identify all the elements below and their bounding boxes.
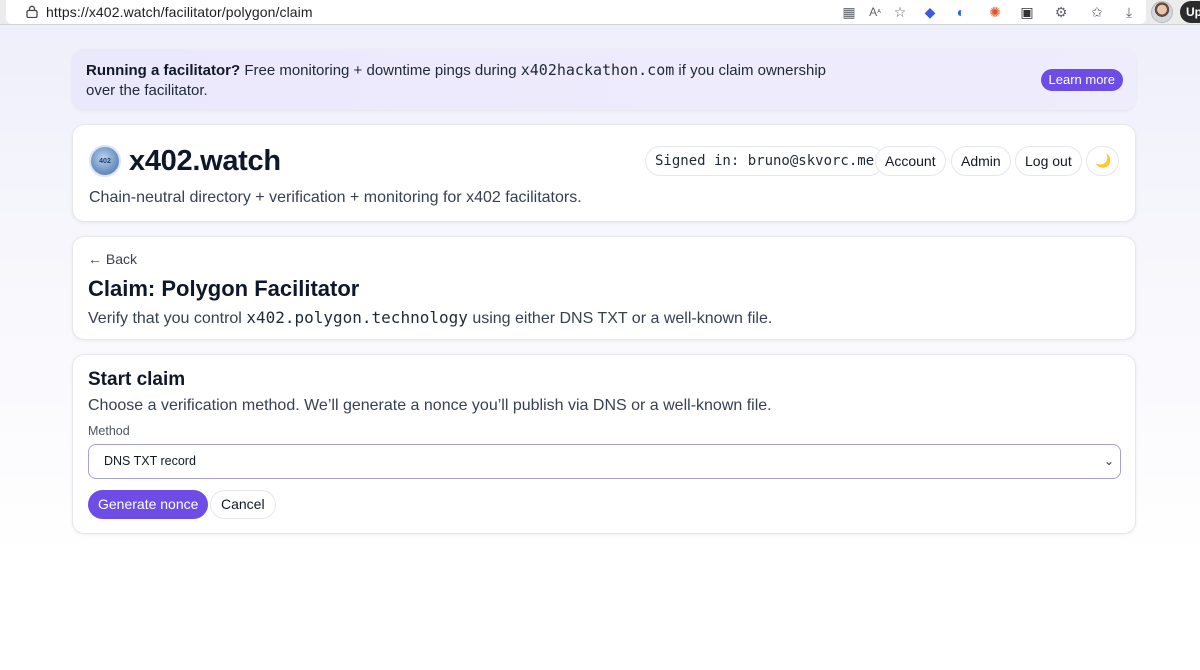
extension-image-icon[interactable]: ▣ xyxy=(1018,3,1036,21)
profile-avatar-icon[interactable] xyxy=(1151,1,1173,23)
site-title[interactable]: x402.watch xyxy=(129,145,281,178)
section-description: Choose a verification method. We’ll gene… xyxy=(88,397,772,414)
reader-view-icon[interactable]: ▦ xyxy=(840,3,858,21)
profile-button[interactable]: Up xyxy=(1180,1,1200,23)
theme-toggle-moon-icon[interactable]: 🌙 xyxy=(1086,146,1119,176)
account-button[interactable]: Account xyxy=(875,146,946,176)
lock-icon xyxy=(26,5,38,18)
page-title: Claim: Polygon Facilitator xyxy=(88,276,360,301)
chevron-down-icon: ⌄ xyxy=(1103,454,1114,468)
extension-burst-icon[interactable]: ✺ xyxy=(986,3,1004,21)
extensions-puzzle-icon[interactable]: ⚙ xyxy=(1052,3,1070,21)
address-bar[interactable]: https://x402.watch/facilitator/polygon/c… xyxy=(6,0,1146,24)
extension-blue-icon[interactable]: ◆ xyxy=(921,3,939,21)
logout-button[interactable]: Log out xyxy=(1015,146,1082,176)
facilitator-banner: Running a facilitator? Free monitoring +… xyxy=(72,49,1136,110)
claim-description: Verify that you control x402.polygon.tec… xyxy=(88,308,772,328)
generate-nonce-button[interactable]: Generate nonce xyxy=(88,490,209,519)
read-aloud-icon[interactable]: Aᴬ xyxy=(866,3,884,21)
method-selected-value: DNS TXT record xyxy=(104,454,196,468)
logo-text: 402 xyxy=(99,157,111,165)
browser-toolbar: https://x402.watch/facilitator/polygon/c… xyxy=(0,0,1200,25)
method-label: Method xyxy=(88,424,130,438)
favorites-icon[interactable]: ✩ xyxy=(1088,3,1106,21)
site-tagline: Chain-neutral directory + verification +… xyxy=(89,189,582,206)
site-header: 402 x402.watch Chain-neutral directory +… xyxy=(72,124,1136,222)
admin-button[interactable]: Admin xyxy=(951,146,1011,176)
banner-bold-text: Running a facilitator? xyxy=(86,62,241,79)
downloads-icon[interactable]: ⤓ xyxy=(1120,3,1138,21)
banner-text: Running a facilitator? Free monitoring +… xyxy=(86,60,846,101)
extension-crescent-icon[interactable]: ◐ xyxy=(952,3,970,21)
method-select[interactable]: DNS TXT record ⌄ xyxy=(88,444,1121,479)
claim-sub-after: using either DNS TXT or a well-known fil… xyxy=(467,310,773,327)
banner-text-before: Free monitoring + downtime pings during xyxy=(240,62,521,79)
back-link[interactable]: ← Back xyxy=(88,251,137,267)
url-text: https://x402.watch/facilitator/polygon/c… xyxy=(46,4,313,20)
claim-sub-before: Verify that you control xyxy=(88,310,247,327)
signed-in-badge: Signed in: bruno@skvorc.me xyxy=(645,146,885,176)
cancel-button[interactable]: Cancel xyxy=(210,490,276,519)
favorite-star-icon[interactable]: ☆ xyxy=(891,3,909,21)
learn-more-button[interactable]: Learn more xyxy=(1040,69,1123,91)
banner-code: x402hackathon.com xyxy=(520,61,675,79)
logo-icon[interactable]: 402 xyxy=(89,145,121,177)
section-title: Start claim xyxy=(88,369,186,390)
start-claim-card: Start claim Choose a verification method… xyxy=(72,354,1136,534)
claim-info-card: ← Back Claim: Polygon Facilitator Verify… xyxy=(72,236,1136,340)
claim-domain: x402.polygon.technology xyxy=(246,308,468,327)
